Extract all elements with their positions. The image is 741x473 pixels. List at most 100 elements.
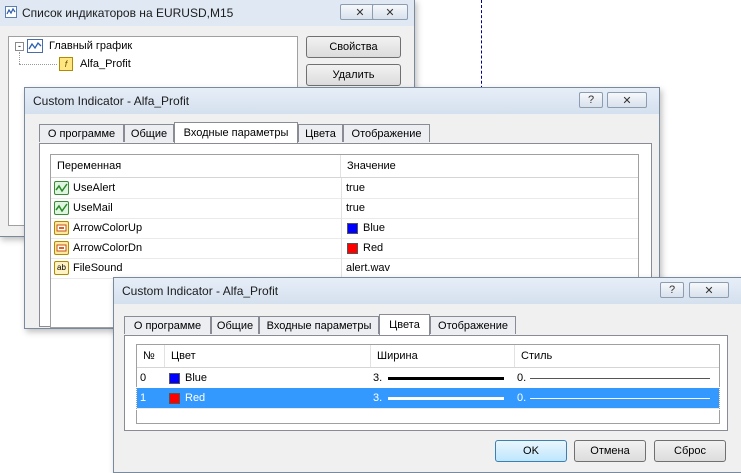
param-name: UseMail [73,202,113,214]
properties-button[interactable]: Свойства [306,36,401,58]
help-button[interactable]: ? [660,282,684,298]
param-value-cell[interactable]: Red [341,238,638,258]
color-icon [54,241,69,255]
delete-button[interactable]: Удалить [306,64,401,86]
style-value: 0. [517,372,527,384]
color-row[interactable]: 0 Blue 3. 0. [137,368,719,389]
param-name-cell: ArrowColorUp [51,218,341,238]
column-header-value[interactable]: Значение [341,155,638,177]
param-value-cell[interactable]: true [341,198,638,218]
param-name: ArrowColorUp [73,222,143,234]
param-value-cell[interactable]: Blue [341,218,638,238]
param-row[interactable]: ArrowColorDn Red [51,238,638,259]
tab-common[interactable]: Общие [211,316,259,334]
param-row[interactable]: UseAlert true [51,178,638,199]
color-row[interactable]: 1 Red 3. 0. [136,387,720,410]
window-title: Список индикаторов на EURUSD,M15 [22,6,234,20]
style-cell[interactable]: 0. [517,368,717,388]
style-line-preview [530,377,711,379]
width-value: 3. [373,392,383,404]
inputs-dialog-titlebar: Custom Indicator - Alfa_Profit ? ✕ [25,88,659,114]
width-line-preview [388,376,505,380]
column-header-style[interactable]: Стиль [515,345,719,367]
param-name: UseAlert [73,182,116,194]
param-value: Blue [363,222,386,234]
color-swatch [347,222,358,234]
help-button[interactable]: ? [579,92,603,108]
indicator-list-titlebar: Список индикаторов на EURUSD,M15 ✕ ✕ [0,0,414,26]
bool-icon [54,201,69,215]
column-header-variable[interactable]: Переменная [51,155,341,177]
param-value: alert.wav [346,262,391,274]
width-value: 3. [373,372,383,384]
tree-child-label[interactable]: Alfa_Profit [80,58,131,70]
width-cell[interactable]: 3. [373,368,513,388]
indicator-icon: f [59,57,73,71]
tab-visualization[interactable]: Отображение [343,124,430,142]
color-swatch [347,242,358,254]
param-value-cell[interactable]: true [341,178,638,198]
param-row[interactable]: ab FileSound alert.wav [51,258,638,279]
tree-connector-h [19,64,57,65]
colors-panel: № Цвет Ширина Стиль 0 Blue 3. 0. 1 Red 3. 0. [124,335,728,431]
bool-icon [54,181,69,195]
param-row[interactable]: ArrowColorUp Blue [51,218,638,239]
row-number: 1 [140,392,147,404]
tab-inputs[interactable]: Входные параметры [259,316,379,334]
row-number: 0 [140,372,147,384]
param-value-cell[interactable]: alert.wav [341,258,638,278]
param-name-cell: UseAlert [51,178,341,198]
collapse-toggle-icon[interactable]: - [15,42,24,51]
param-name-cell: UseMail [51,198,341,218]
column-header-width[interactable]: Ширина [371,345,515,367]
param-value: Red [363,242,384,254]
color-name: Red [185,392,206,404]
color-swatch [169,372,180,384]
color-swatch [169,392,180,404]
style-cell[interactable]: 0. [517,388,717,408]
string-icon: ab [54,261,69,275]
width-line-preview [388,396,505,400]
ok-button[interactable]: OK [495,440,567,462]
tab-colors[interactable]: Цвета [298,124,343,142]
color-name: Blue [185,372,208,384]
param-name-cell: ArrowColorDn [51,238,341,258]
colors-dialog: Custom Indicator - Alfa_Profit ? ✕ О про… [113,277,741,473]
param-name: FileSound [73,262,123,274]
param-name-cell: ab FileSound [51,258,341,278]
color-icon [54,221,69,235]
style-line-preview [530,397,711,399]
width-cell[interactable]: 3. [373,388,513,408]
cancel-button[interactable]: Отмена [574,440,646,462]
tab-about[interactable]: О программе [39,124,124,142]
app-icon [5,6,17,18]
tab-colors[interactable]: Цвета [379,314,430,335]
tab-bar: О программе Общие Входные параметры Цвет… [124,314,724,335]
colors-dialog-titlebar: Custom Indicator - Alfa_Profit ? ✕ [114,278,741,304]
tab-inputs[interactable]: Входные параметры [174,122,298,143]
reset-button[interactable]: Сброс [654,440,726,462]
tree-connector [19,52,20,64]
close-button-extra[interactable]: ✕ [372,4,408,20]
tab-about[interactable]: О программе [124,316,211,334]
chart-icon [27,39,43,53]
color-cell[interactable]: Blue [169,368,369,388]
tree-root-label[interactable]: Главный график [49,40,132,52]
tab-visualization[interactable]: Отображение [430,316,516,334]
close-button[interactable]: ✕ [607,92,647,108]
param-value: true [346,182,365,194]
column-header-number[interactable]: № [137,345,165,367]
close-button[interactable]: ✕ [689,282,729,298]
param-value: true [346,202,365,214]
window-title: Custom Indicator - Alfa_Profit [33,94,190,108]
column-header-color[interactable]: Цвет [165,345,371,367]
param-name: ArrowColorDn [73,242,143,254]
color-cell[interactable]: Red [169,388,369,408]
table-header: № Цвет Ширина Стиль [137,345,719,368]
tab-common[interactable]: Общие [124,124,174,142]
colors-table: № Цвет Ширина Стиль 0 Blue 3. 0. 1 Red 3. 0. [136,344,720,424]
style-value: 0. [517,392,527,404]
table-header: Переменная Значение [51,155,638,178]
tab-bar: О программе Общие Входные параметры Цвет… [39,122,639,143]
param-row[interactable]: UseMail true [51,198,638,219]
